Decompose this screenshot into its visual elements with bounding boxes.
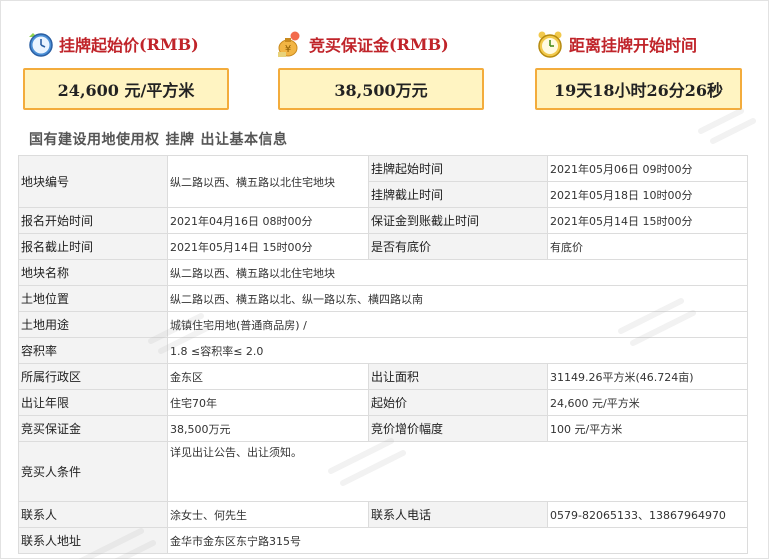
- card-bid-deposit-title: 竞买保证金: [309, 36, 390, 55]
- listing-start-value: 2021年05月06日 09时00分: [547, 155, 748, 182]
- listing-end-value: 2021年05月18日 10时00分: [547, 181, 748, 208]
- land-info-table: 地块编号 纵二路以西、横五路以北住宅地块 挂牌起始时间 2021年05月06日 …: [18, 155, 748, 554]
- contact-label: 联系人: [18, 501, 168, 528]
- card-start-price: 挂牌起始价 (RMB) 24,600 元/平方米: [1, 1, 257, 119]
- table-row: 报名开始时间 2021年04月16日 08时00分 保证金到账截止时间 2021…: [18, 207, 748, 234]
- conditions-label: 竞买人条件: [18, 441, 168, 502]
- card-start-price-unit: (RMB): [139, 34, 199, 54]
- table-row: 地块名称 纵二路以西、横五路以北住宅地块: [18, 259, 748, 286]
- table-row: 联系人 涂女士、何先生 联系人电话 0579-82065133、13867964…: [18, 501, 748, 528]
- table-row: 地块编号 纵二路以西、横五路以北住宅地块 挂牌起始时间 2021年05月06日 …: [18, 155, 748, 208]
- district-label: 所属行政区: [18, 363, 168, 390]
- section-title-tag: 挂牌: [165, 132, 195, 148]
- table-row: 出让年限 住宅70年 起始价 24,600 元/平方米: [18, 389, 748, 416]
- card-bid-deposit-header: ¥ 竞买保证金 (RMB): [275, 27, 449, 61]
- card-bid-deposit: ¥ 竞买保证金 (RMB) 38,500万元: [257, 1, 513, 119]
- card-countdown-header: 距离挂牌开始时间: [535, 27, 697, 61]
- land-listing-panel: 挂牌起始价 (RMB) 24,600 元/平方米 ¥ 竞买保证金 (RMB) 3…: [0, 0, 769, 559]
- table-row: 联系人地址 金华市金东区东宁路315号: [18, 527, 748, 554]
- section-title: 国有建设用地使用权 挂牌 出让基本信息: [29, 129, 288, 149]
- table-row: 土地用途 城镇住宅用地(普通商品房) /: [18, 311, 748, 338]
- area-value: 31149.26平方米(46.724亩): [547, 363, 748, 390]
- reserve-value: 有底价: [547, 233, 748, 260]
- plot-no-label: 地块编号: [18, 155, 168, 208]
- contact-value: 涂女士、何先生: [167, 501, 369, 528]
- card-countdown: 距离挂牌开始时间 19天18小时26分26秒: [513, 1, 769, 119]
- signup-start-value: 2021年04月16日 08时00分: [167, 207, 369, 234]
- clock-icon: [29, 33, 53, 57]
- card-start-price-header: 挂牌起始价 (RMB): [25, 27, 199, 61]
- address-value: 金华市金东区东宁路315号: [167, 527, 748, 554]
- bid-deposit-value: 38,500万元: [167, 415, 369, 442]
- increment-label: 竞价增价幅度: [368, 415, 548, 442]
- deposit-deadline-value: 2021年05月14日 15时00分: [547, 207, 748, 234]
- table-row: 容积率 1.8 ≤容积率≤ 2.0: [18, 337, 748, 364]
- increment-value: 100 元/平方米: [547, 415, 748, 442]
- far-label: 容积率: [18, 337, 168, 364]
- card-bid-deposit-value: 38,500万元: [278, 68, 484, 110]
- table-row: 土地位置 纵二路以西、横五路以北、纵一路以东、横四路以南: [18, 285, 748, 312]
- signup-end-label: 报名截止时间: [18, 233, 168, 260]
- bid-deposit-label: 竞买保证金: [18, 415, 168, 442]
- section-title-main: 国有建设用地使用权: [29, 132, 160, 148]
- summary-cards: 挂牌起始价 (RMB) 24,600 元/平方米 ¥ 竞买保证金 (RMB) 3…: [1, 1, 769, 119]
- table-row: 竞买保证金 38,500万元 竞价增价幅度 100 元/平方米: [18, 415, 748, 442]
- card-countdown-value: 19天18小时26分26秒: [535, 68, 742, 110]
- plot-name-value: 纵二路以西、横五路以北住宅地块: [167, 259, 748, 286]
- deposit-deadline-label: 保证金到账截止时间: [368, 207, 548, 234]
- table-row: 报名截止时间 2021年05月14日 15时00分 是否有底价 有底价: [18, 233, 748, 260]
- location-label: 土地位置: [18, 285, 168, 312]
- location-value: 纵二路以西、横五路以北、纵一路以东、横四路以南: [167, 285, 748, 312]
- alarm-clock-icon: [538, 31, 562, 58]
- listing-start-label: 挂牌起始时间: [368, 155, 548, 182]
- reserve-label: 是否有底价: [368, 233, 548, 260]
- phone-value: 0579-82065133、13867964970: [547, 501, 748, 528]
- term-label: 出让年限: [18, 389, 168, 416]
- far-value: 1.8 ≤容积率≤ 2.0: [167, 337, 748, 364]
- money-bag-icon: ¥: [278, 31, 300, 57]
- usage-value: 城镇住宅用地(普通商品房) /: [167, 311, 748, 338]
- area-label: 出让面积: [368, 363, 548, 390]
- signup-end-value: 2021年05月14日 15时00分: [167, 233, 369, 260]
- section-title-suffix: 出让基本信息: [200, 132, 288, 148]
- plot-no-value: 纵二路以西、横五路以北住宅地块: [167, 155, 369, 208]
- phone-label: 联系人电话: [368, 501, 548, 528]
- signup-start-label: 报名开始时间: [18, 207, 168, 234]
- plot-name-label: 地块名称: [18, 259, 168, 286]
- address-label: 联系人地址: [18, 527, 168, 554]
- start-price-value: 24,600 元/平方米: [547, 389, 748, 416]
- district-value: 金东区: [167, 363, 369, 390]
- usage-label: 土地用途: [18, 311, 168, 338]
- term-value: 住宅70年: [167, 389, 369, 416]
- listing-end-label: 挂牌截止时间: [368, 181, 548, 208]
- start-price-label: 起始价: [368, 389, 548, 416]
- table-row: 所属行政区 金东区 出让面积 31149.26平方米(46.724亩): [18, 363, 748, 390]
- table-row: 竞买人条件 详见出让公告、出让须知。: [18, 441, 748, 502]
- card-bid-deposit-unit: (RMB): [389, 34, 449, 54]
- card-start-price-value: 24,600 元/平方米: [23, 68, 229, 110]
- card-start-price-title: 挂牌起始价: [59, 36, 140, 55]
- card-countdown-title: 距离挂牌开始时间: [569, 36, 698, 55]
- conditions-value: 详见出让公告、出让须知。: [167, 441, 748, 502]
